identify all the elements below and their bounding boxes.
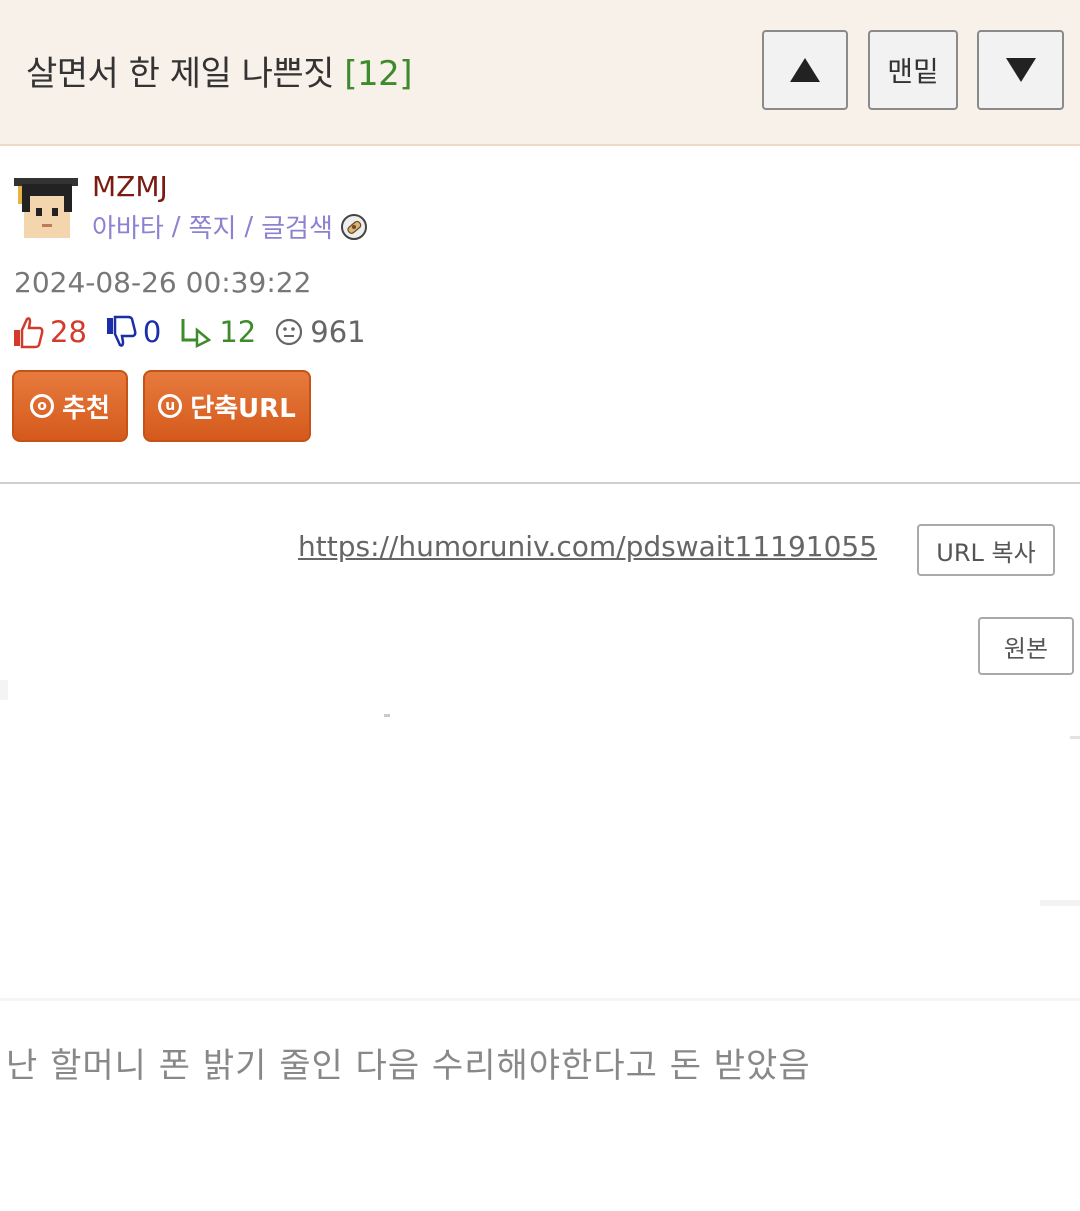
thumbs-down-icon — [106, 315, 137, 347]
section-divider — [0, 482, 1080, 484]
circle-u-icon: u — [158, 394, 183, 418]
post-stats: 28 0 12 961 — [12, 312, 384, 352]
avatar-link[interactable]: 아바타 — [92, 208, 164, 245]
copy-url-button[interactable]: URL 복사 — [917, 524, 1055, 576]
short-url-button[interactable]: u 단축URL — [143, 370, 311, 442]
circle-o-icon: o — [30, 394, 55, 418]
graduate-avatar-icon[interactable] — [12, 176, 80, 242]
thumbs-up-icon — [14, 317, 44, 349]
view-count: 961 — [274, 315, 366, 349]
author-links: 아바타 / 쪽지 / 글검색 — [92, 208, 367, 245]
reply-arrow-icon — [181, 319, 212, 348]
scroll-down-button[interactable] — [977, 30, 1064, 110]
author-nickname[interactable]: MZMJ — [92, 170, 168, 203]
original-image-button[interactable]: 원본 — [978, 617, 1074, 675]
like-count: 28 — [12, 315, 87, 349]
face-icon — [276, 318, 303, 346]
bandage-badge-icon — [340, 213, 367, 240]
post-header: 살면서 한 제일 나쁜짓 [12] 맨밑 — [0, 0, 1080, 146]
post-date: 2024-08-26 00:39:22 — [14, 266, 312, 299]
post-title: 살면서 한 제일 나쁜짓 [12] — [26, 46, 413, 95]
search-posts-link[interactable]: 글검색 — [261, 208, 333, 245]
short-url-link[interactable]: https://humoruniv.com/pdswait11191055 — [298, 530, 877, 563]
comment-count[interactable]: [12] — [344, 54, 412, 94]
link-separator: / — [244, 211, 254, 242]
triangle-down-icon — [1005, 58, 1036, 82]
dislike-count: 0 — [105, 315, 161, 349]
image-caption: 난 할머니 폰 밝기 줄인 다음 수리해야한다고 돈 받았음 — [6, 1046, 811, 1086]
triangle-up-icon — [790, 58, 820, 82]
reply-count: 12 — [179, 315, 256, 349]
message-link[interactable]: 쪽지 — [189, 208, 237, 245]
post-title-text: 살면서 한 제일 나쁜짓 — [26, 54, 334, 94]
link-separator: / — [171, 211, 181, 242]
recommend-button[interactable]: o 추천 — [12, 370, 128, 442]
scroll-bottom-button[interactable]: 맨밑 — [868, 30, 958, 110]
scroll-up-button[interactable] — [762, 30, 848, 110]
